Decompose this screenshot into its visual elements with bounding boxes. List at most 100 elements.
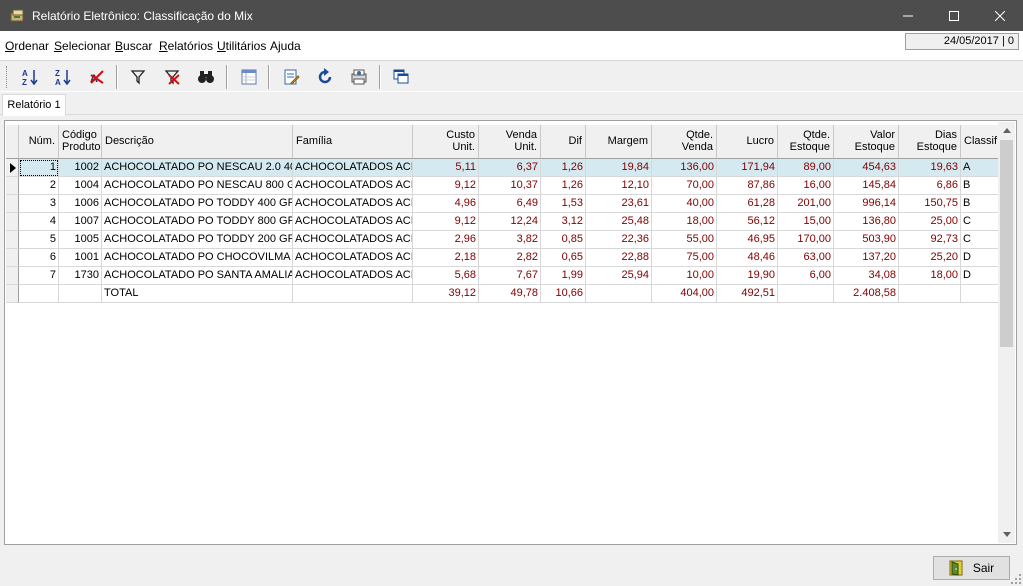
row-indicator[interactable]: [6, 267, 19, 285]
cell-codigo[interactable]: 1001: [59, 249, 102, 267]
cell-codigo[interactable]: 1004: [59, 177, 102, 195]
cell-num[interactable]: 6: [19, 249, 59, 267]
cell-custo-unit[interactable]: 9,12: [413, 177, 479, 195]
cell-codigo[interactable]: 1730: [59, 267, 102, 285]
cell-descricao[interactable]: ACHOCOLATADO PO NESCAU 2.0 400: [102, 159, 293, 177]
cell-venda-unit[interactable]: 7,67: [479, 267, 541, 285]
cell-qtde-estoque[interactable]: 6,00: [778, 267, 834, 285]
cell-familia[interactable]: ACHOCOLATADOS ACIDO: [293, 231, 413, 249]
cell-custo-unit[interactable]: 5,68: [413, 267, 479, 285]
minimize-button[interactable]: [885, 0, 931, 31]
binoculars-icon[interactable]: [194, 66, 218, 88]
toolbar-grip[interactable]: [6, 66, 9, 88]
cell-lucro[interactable]: 61,28: [717, 195, 778, 213]
menu-relatorios[interactable]: Relatórios: [159, 39, 213, 53]
cell-qtde-estoque[interactable]: 89,00: [778, 159, 834, 177]
cell-valor-estoque[interactable]: 2.408,58: [834, 285, 899, 303]
cell-dif[interactable]: 0,85: [541, 231, 586, 249]
cell-lucro[interactable]: 48,46: [717, 249, 778, 267]
cell-dias-estoque[interactable]: 92,73: [899, 231, 961, 249]
cell-custo-unit[interactable]: 2,96: [413, 231, 479, 249]
cell-margem[interactable]: 22,88: [586, 249, 652, 267]
cell-dias-estoque[interactable]: 25,20: [899, 249, 961, 267]
cell-venda-unit[interactable]: 10,37: [479, 177, 541, 195]
cell-dif[interactable]: 1,53: [541, 195, 586, 213]
cell-classif[interactable]: B: [961, 195, 999, 213]
vertical-scrollbar[interactable]: [998, 122, 1015, 543]
cell-dias-estoque[interactable]: 150,75: [899, 195, 961, 213]
cell-custo-unit[interactable]: 39,12: [413, 285, 479, 303]
cell-venda-unit[interactable]: 12,24: [479, 213, 541, 231]
cell-familia[interactable]: ACHOCOLATADOS ACIDO: [293, 159, 413, 177]
cell-qtde-estoque[interactable]: 63,00: [778, 249, 834, 267]
cell-codigo[interactable]: [59, 285, 102, 303]
menu-ordenar[interactable]: Ordenar: [5, 39, 49, 53]
cell-familia[interactable]: ACHOCOLATADOS ACIDO: [293, 213, 413, 231]
cell-descricao[interactable]: ACHOCOLATADO PO SANTA AMALIA: [102, 267, 293, 285]
column-header-dif[interactable]: Dif: [541, 125, 586, 159]
cell-descricao[interactable]: ACHOCOLATADO PO CHOCOVILMA 4: [102, 249, 293, 267]
cell-qtde-venda[interactable]: 70,00: [652, 177, 717, 195]
cell-venda-unit[interactable]: 2,82: [479, 249, 541, 267]
menu-buscar[interactable]: Buscar: [115, 39, 152, 53]
column-header-margem[interactable]: Margem: [586, 125, 652, 159]
cell-lucro[interactable]: 492,51: [717, 285, 778, 303]
cell-classif[interactable]: A: [961, 159, 999, 177]
cell-qtde-venda[interactable]: 404,00: [652, 285, 717, 303]
column-header-qtde-estoque[interactable]: Qtde. Estoque: [778, 125, 834, 159]
cell-num[interactable]: 3: [19, 195, 59, 213]
refresh-icon[interactable]: [313, 66, 337, 88]
cell-margem[interactable]: 23,61: [586, 195, 652, 213]
row-indicator[interactable]: [6, 195, 19, 213]
cell-dif[interactable]: 10,66: [541, 285, 586, 303]
cell-custo-unit[interactable]: 2,18: [413, 249, 479, 267]
cell-margem[interactable]: [586, 285, 652, 303]
column-header-codigo[interactable]: Código Produto: [59, 125, 102, 159]
cell-dias-estoque[interactable]: [899, 285, 961, 303]
cell-num[interactable]: 1: [19, 159, 59, 177]
column-header-valor-estoque[interactable]: Valor Estoque: [834, 125, 899, 159]
menu-ajuda[interactable]: Ajuda: [270, 39, 301, 53]
cell-descricao[interactable]: ACHOCOLATADO PO TODDY 400 GR: [102, 195, 293, 213]
row-indicator[interactable]: [6, 285, 19, 303]
row-indicator[interactable]: [6, 249, 19, 267]
cell-dias-estoque[interactable]: 19,63: [899, 159, 961, 177]
cell-valor-estoque[interactable]: 503,90: [834, 231, 899, 249]
cell-classif[interactable]: B: [961, 177, 999, 195]
sort-descending-icon[interactable]: ZA: [51, 66, 75, 88]
column-header-num[interactable]: Núm.: [19, 125, 59, 159]
cell-margem[interactable]: 25,94: [586, 267, 652, 285]
cell-codigo[interactable]: 1006: [59, 195, 102, 213]
cell-num[interactable]: 5: [19, 231, 59, 249]
row-indicator[interactable]: [6, 231, 19, 249]
cell-qtde-estoque[interactable]: 170,00: [778, 231, 834, 249]
cell-descricao[interactable]: ACHOCOLATADO PO TODDY 200 GR: [102, 231, 293, 249]
cell-classif[interactable]: D: [961, 249, 999, 267]
column-header-familia[interactable]: Família: [293, 125, 413, 159]
cell-qtde-venda[interactable]: 10,00: [652, 267, 717, 285]
column-header-venda-unit[interactable]: Venda Unit.: [479, 125, 541, 159]
cell-dias-estoque[interactable]: 25,00: [899, 213, 961, 231]
cell-venda-unit[interactable]: 49,78: [479, 285, 541, 303]
exit-button[interactable]: Sair: [933, 556, 1010, 580]
cell-qtde-venda[interactable]: 75,00: [652, 249, 717, 267]
cell-valor-estoque[interactable]: 136,80: [834, 213, 899, 231]
cell-valor-estoque[interactable]: 34,08: [834, 267, 899, 285]
cell-qtde-venda[interactable]: 18,00: [652, 213, 717, 231]
cell-dias-estoque[interactable]: 6,86: [899, 177, 961, 195]
columns-icon[interactable]: [237, 66, 261, 88]
cell-codigo[interactable]: 1007: [59, 213, 102, 231]
cell-familia[interactable]: ACHOCOLATADOS ACIDO: [293, 249, 413, 267]
scroll-down-icon[interactable]: [998, 526, 1015, 543]
cell-valor-estoque[interactable]: 996,14: [834, 195, 899, 213]
column-header-classif[interactable]: Classif.: [961, 125, 999, 159]
size-grip-icon[interactable]: [1011, 574, 1021, 584]
cell-codigo[interactable]: 1002: [59, 159, 102, 177]
menu-selecionar[interactable]: Selecionar: [54, 39, 111, 53]
cell-codigo[interactable]: 1005: [59, 231, 102, 249]
cell-valor-estoque[interactable]: 454,63: [834, 159, 899, 177]
cell-num[interactable]: 2: [19, 177, 59, 195]
cell-qtde-estoque[interactable]: 16,00: [778, 177, 834, 195]
cell-classif[interactable]: C: [961, 213, 999, 231]
scroll-up-icon[interactable]: [998, 122, 1015, 139]
